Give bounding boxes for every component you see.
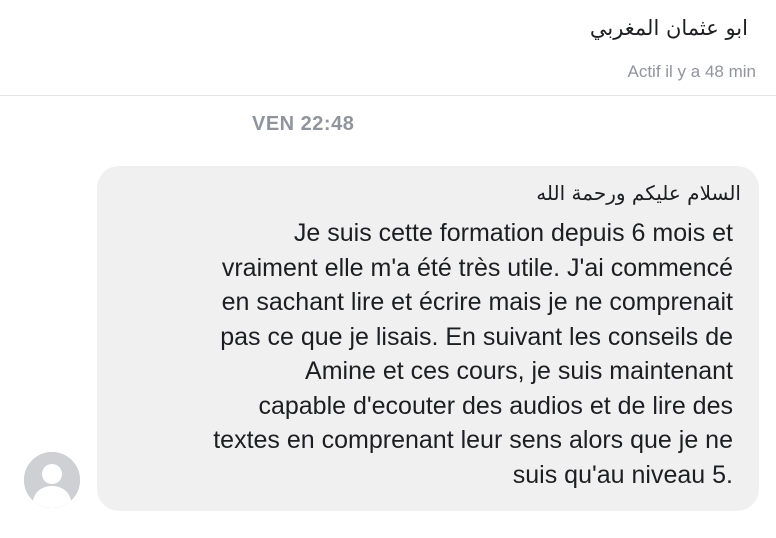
message-line: .suis qu'au niveau 5 xyxy=(512,460,733,489)
message-line: vraiment elle m'a été très utile. J'ai c… xyxy=(221,253,733,282)
message-greeting: السلام عليكم ورحمة الله xyxy=(536,181,741,205)
message-line: pas ce que je lisais. En suivant les con… xyxy=(220,322,733,351)
message-line: en sachant lire et écrire mais je ne com… xyxy=(221,288,733,316)
message-text: Je suis cette formation depuis 6 mois et… xyxy=(119,216,737,492)
message-line: capable d'ecouter des audios et de lire … xyxy=(258,391,733,420)
message-timestamp: VEN 22:48 xyxy=(252,113,355,135)
message-bubble[interactable]: السلام عليكم ورحمة الله Je suis cette fo… xyxy=(97,166,759,511)
active-status: Actif il y a 48 min xyxy=(627,62,757,81)
message-line: textes en comprenant leur sens alors que… xyxy=(213,426,733,454)
message-line: Je suis cette formation depuis 6 mois et xyxy=(293,219,733,247)
default-user-avatar-icon xyxy=(24,452,80,508)
conversation-header: ابو عثمان المغربي Actif il y a 48 min xyxy=(0,0,776,96)
contact-name[interactable]: ابو عثمان المغربي xyxy=(590,16,748,40)
sender-avatar[interactable] xyxy=(24,452,80,508)
message-line: Amine et ces cours, je suis maintenant xyxy=(305,357,733,385)
